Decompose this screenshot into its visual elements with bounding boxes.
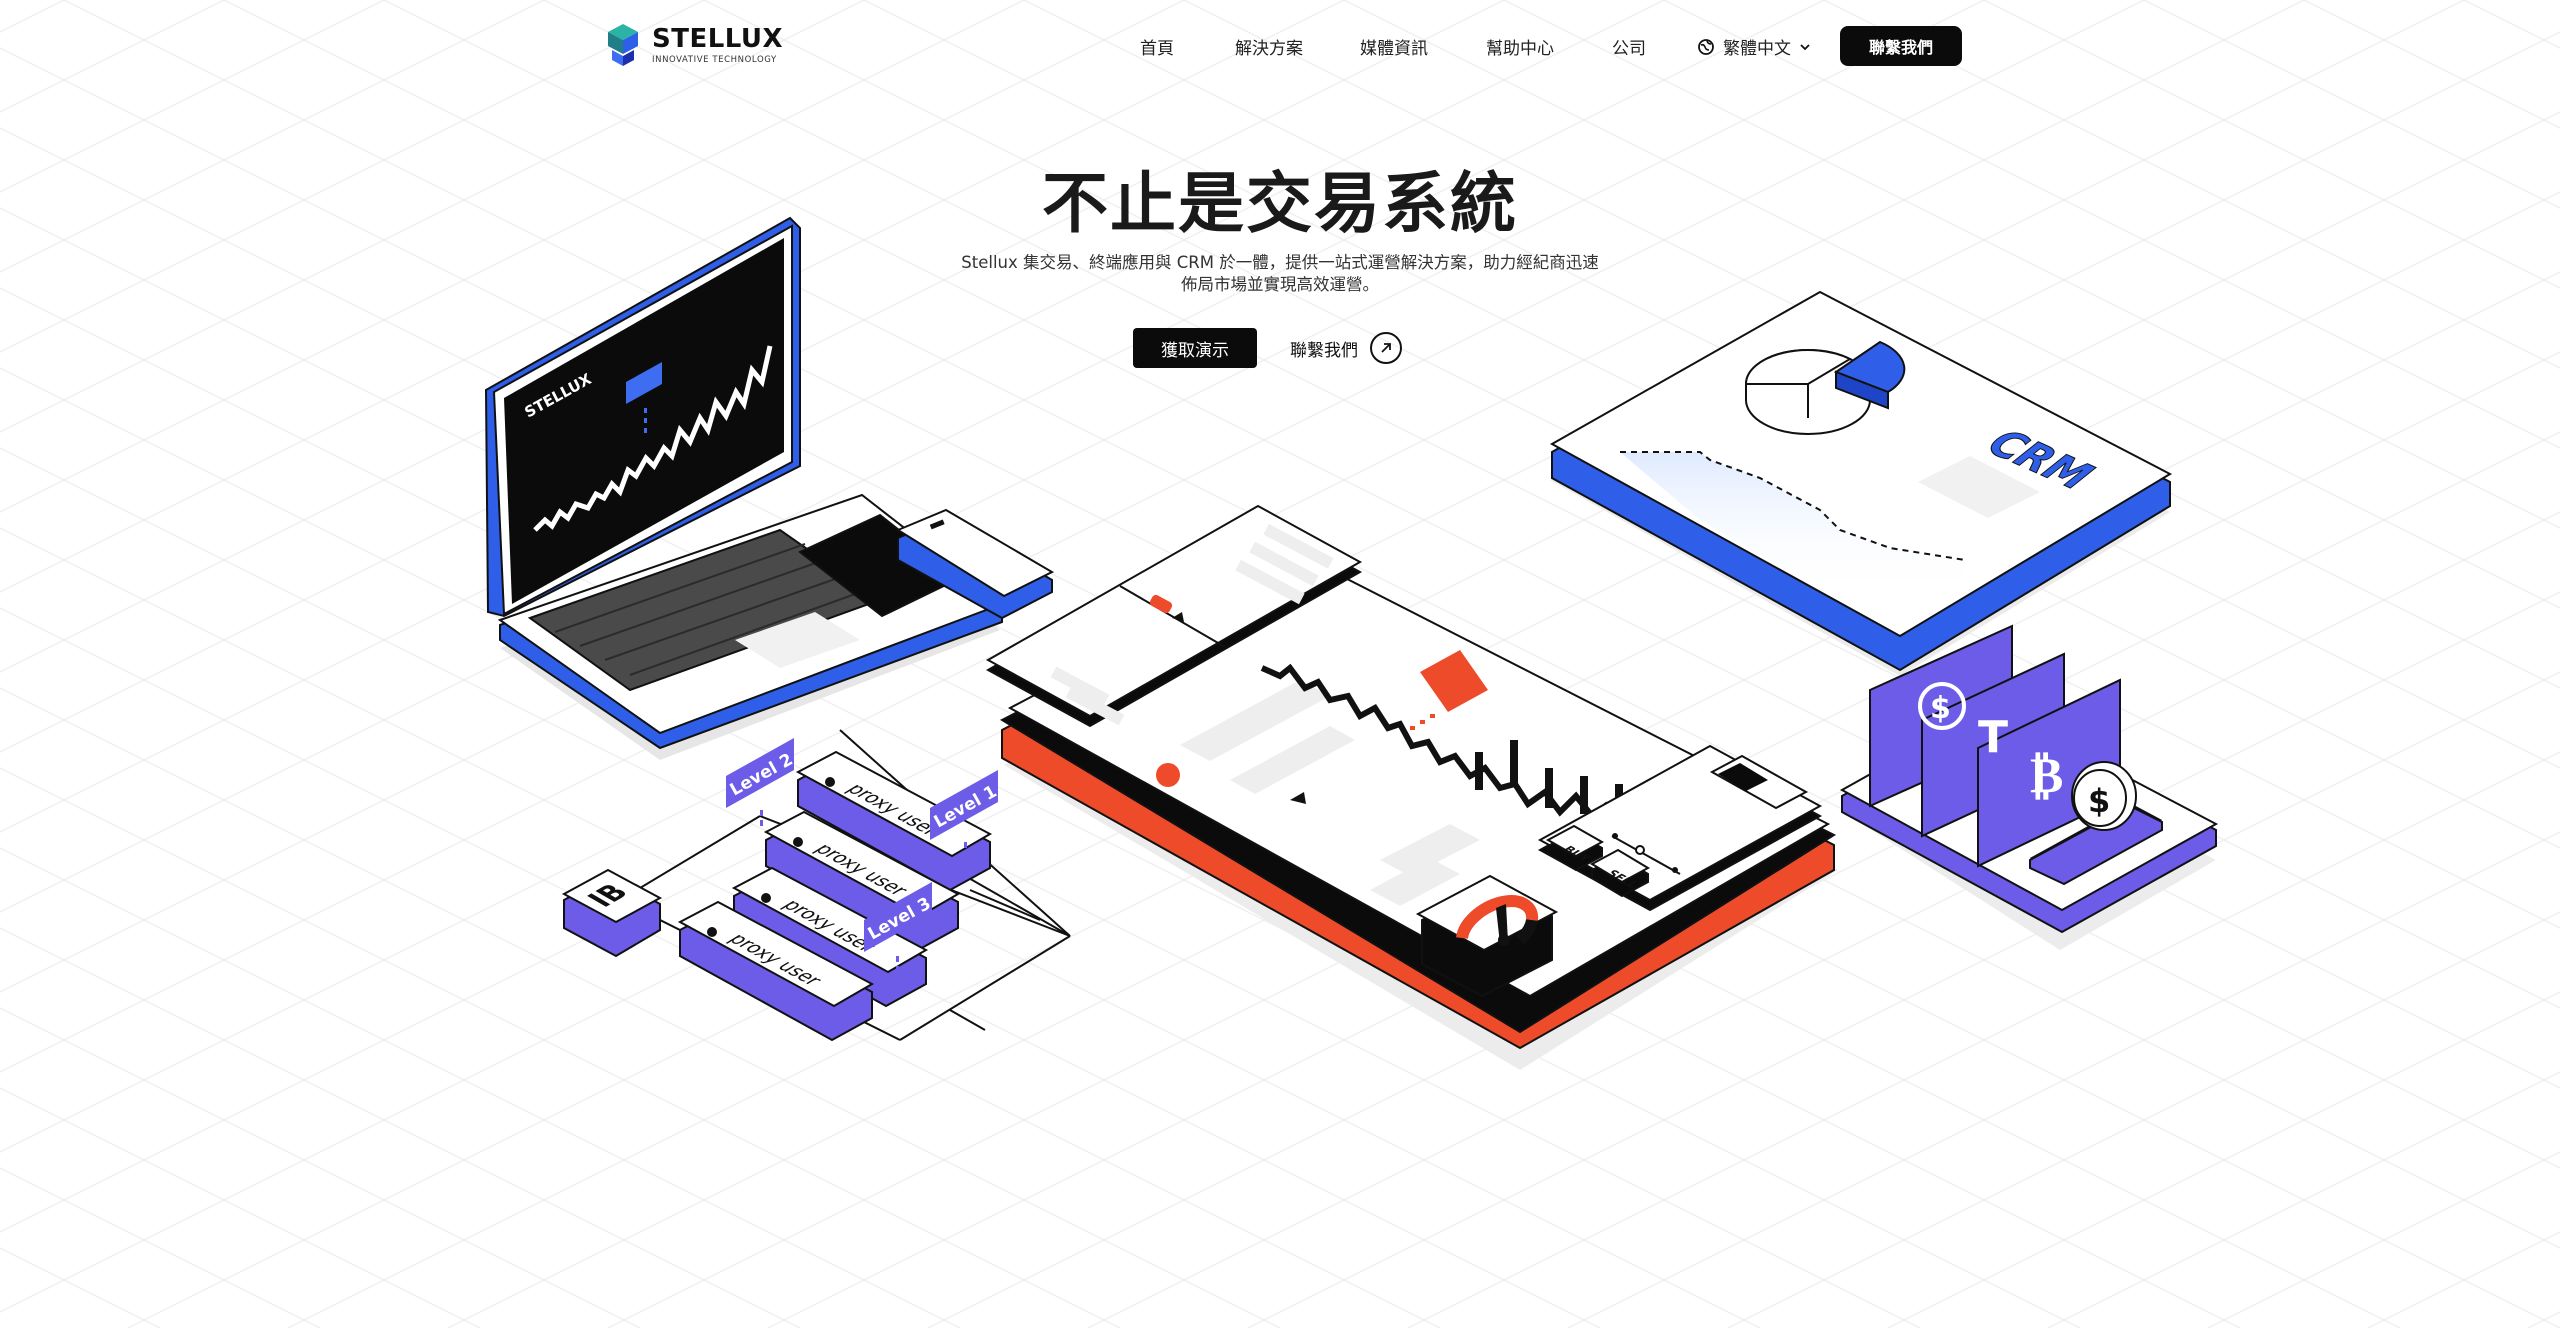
- language-label: 繁體中文: [1723, 39, 1791, 59]
- brand-name: STELLUX: [652, 23, 784, 54]
- crypto-wallet-illustration: $ T ₿ $: [1839, 624, 2219, 950]
- svg-text:₿: ₿: [2030, 746, 2063, 804]
- hero-contact-link[interactable]: 聯繫我們: [1290, 328, 1402, 368]
- chevron-down-icon: [1800, 43, 1810, 50]
- nav-media[interactable]: 媒體資訊: [1360, 34, 1428, 59]
- svg-text:$: $: [2088, 782, 2110, 820]
- hero-title: 不止是交易系統: [1042, 165, 1518, 242]
- svg-text:$: $: [1930, 691, 1951, 726]
- stellux-logo-icon: [608, 24, 638, 66]
- nav-help-center[interactable]: 幫助中心: [1486, 34, 1554, 59]
- nav-home[interactable]: 首頁: [1140, 34, 1174, 59]
- crm-card-illustration: CRM: [1549, 290, 2173, 676]
- hero-description: Stellux 集交易、終端應用與 CRM 於一體，提供一站式運營解決方案，助力…: [960, 252, 1600, 296]
- globe-icon: [1698, 38, 1714, 55]
- contact-us-button[interactable]: 聯繫我們: [1840, 26, 1962, 66]
- laptop-illustration: STELLUX: [484, 216, 1005, 760]
- nav-company[interactable]: 公司: [1612, 34, 1646, 59]
- level-tag: Level 2: [726, 738, 796, 826]
- hero-description-line: Stellux 集交易、終端應用與 CRM 於一體，提供一站式運營解決方案，助力…: [961, 253, 1599, 272]
- svg-text:T: T: [1978, 712, 2008, 763]
- arrow-up-right-icon: [1370, 332, 1402, 364]
- hero-contact-label: 聯繫我們: [1290, 340, 1358, 361]
- trading-terminal-illustration: BUY SELL: [985, 504, 1838, 1070]
- language-selector[interactable]: 繁體中文: [1697, 34, 1811, 59]
- nav-solutions[interactable]: 解決方案: [1235, 34, 1303, 59]
- brand-logo[interactable]: STELLUX INNOVATIVE TECHNOLOGY: [604, 22, 783, 68]
- brand-tagline: INNOVATIVE TECHNOLOGY: [652, 54, 777, 65]
- hero-description-line: 佈局市場並實現高效運營。: [1181, 275, 1379, 294]
- top-navigation: STELLUX INNOVATIVE TECHNOLOGY 首頁 解決方案 媒體…: [0, 0, 2560, 92]
- ib-hierarchy-illustration: IB proxy user proxy user proxy user prox…: [561, 729, 1071, 1042]
- get-demo-button[interactable]: 獲取演示: [1133, 328, 1257, 368]
